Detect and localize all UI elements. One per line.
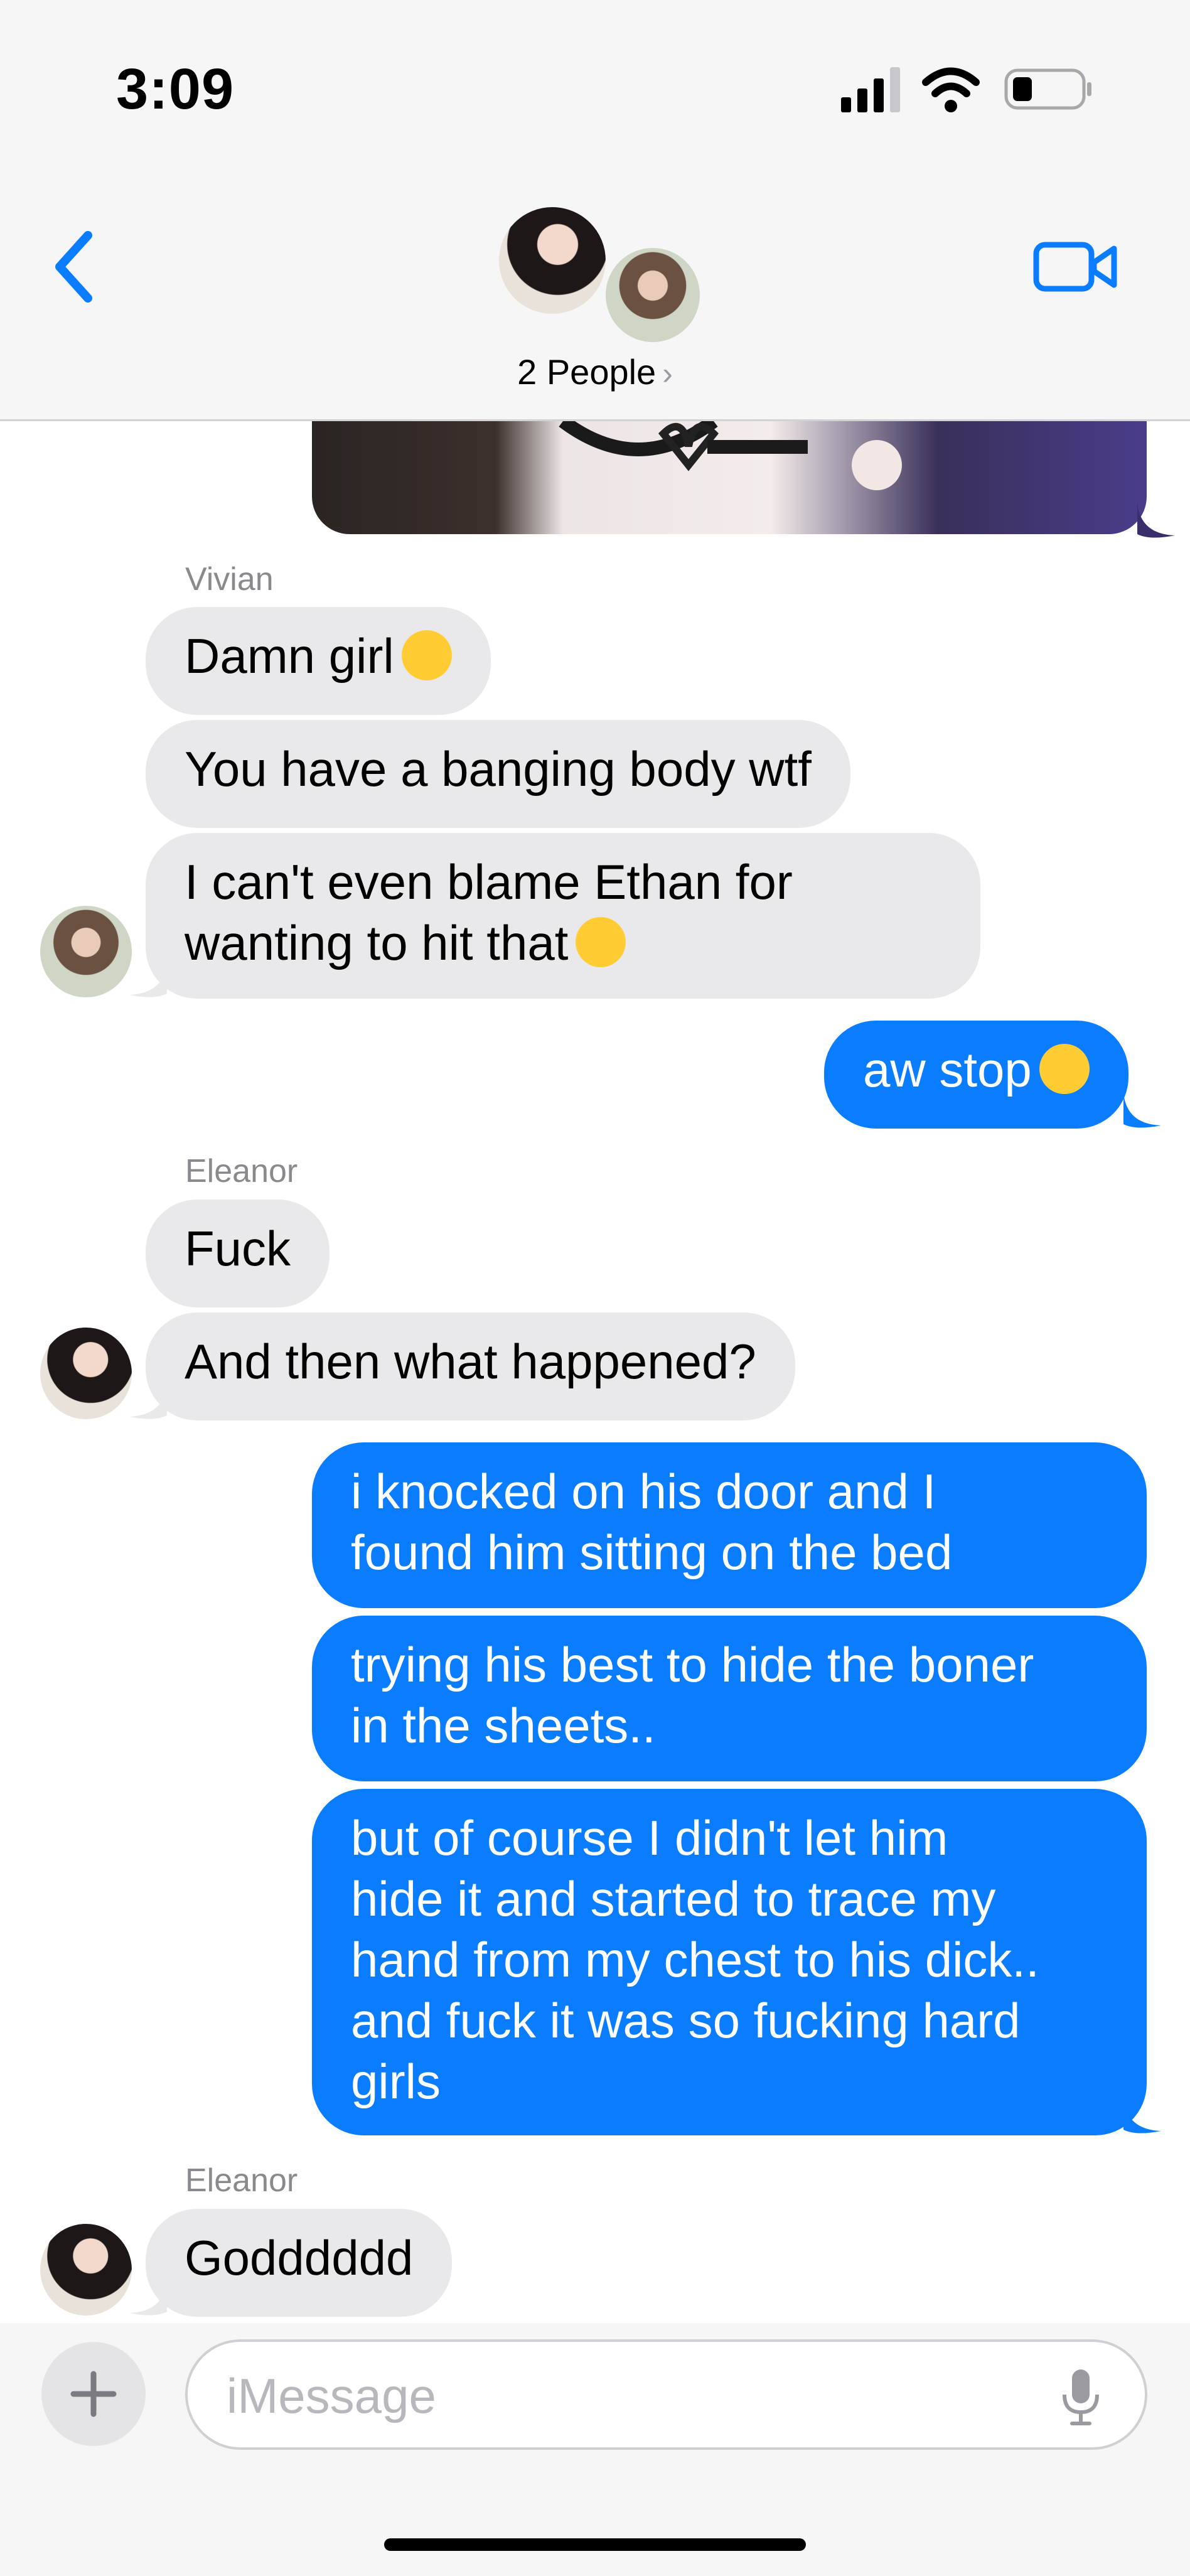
battery-icon bbox=[1004, 68, 1091, 110]
bubble-tail bbox=[1123, 2098, 1161, 2133]
group-avatars[interactable] bbox=[496, 204, 703, 345]
photo-attachment[interactable] bbox=[312, 421, 1147, 534]
group-title-label: 2 People bbox=[517, 352, 657, 392]
incoming-message[interactable]: Damn girl bbox=[146, 607, 491, 715]
bubble-tail bbox=[129, 962, 167, 997]
avatar-vivian bbox=[603, 245, 703, 345]
cellular-signal-icon bbox=[841, 67, 900, 112]
sender-name-eleanor: Eleanor bbox=[185, 2162, 298, 2199]
status-icons bbox=[841, 67, 1091, 112]
plus-icon bbox=[70, 2371, 117, 2417]
sender-name-eleanor: Eleanor bbox=[185, 1153, 298, 1189]
bubble-tail bbox=[1123, 1093, 1161, 1128]
incoming-message[interactable]: You have a banging body wtf bbox=[146, 720, 850, 828]
outgoing-message[interactable]: aw stop bbox=[824, 1021, 1128, 1129]
facetime-video-button[interactable] bbox=[1032, 232, 1120, 301]
wifi-icon bbox=[922, 67, 980, 112]
message-input[interactable] bbox=[225, 2361, 1044, 2431]
sender-name-vivian: Vivian bbox=[185, 561, 274, 598]
bubble-tail bbox=[129, 2280, 167, 2316]
outgoing-message[interactable]: i knocked on his door and I found him si… bbox=[312, 1442, 1147, 1608]
video-camera-icon bbox=[1033, 242, 1117, 292]
chevron-left-icon bbox=[55, 231, 92, 303]
weary-face-emoji bbox=[1039, 1044, 1090, 1094]
back-button[interactable] bbox=[44, 226, 113, 308]
apps-plus-button[interactable] bbox=[41, 2342, 146, 2446]
conversation-header: 2 People › bbox=[0, 163, 1190, 421]
group-title[interactable]: 2 People › bbox=[0, 352, 1190, 392]
photo-content bbox=[559, 421, 902, 490]
status-bar: 3:09 bbox=[0, 0, 1190, 163]
incoming-message[interactable]: And then what happened? bbox=[146, 1312, 795, 1420]
bubble-tail bbox=[129, 1384, 167, 1419]
outgoing-message[interactable]: but of course I didn't let him hide it a… bbox=[312, 1789, 1147, 2135]
incoming-message[interactable]: I can't even blame Ethan for wanting to … bbox=[146, 833, 980, 999]
imessage-field[interactable] bbox=[185, 2339, 1147, 2450]
compose-bar bbox=[0, 2323, 1190, 2576]
incoming-message[interactable]: Godddddd bbox=[146, 2209, 453, 2317]
chevron-right-icon: › bbox=[662, 356, 673, 391]
woozy-face-emoji bbox=[576, 917, 626, 967]
avatar-eleanor bbox=[496, 204, 609, 317]
avatar-vivian[interactable] bbox=[40, 906, 132, 997]
outgoing-message[interactable]: trying his best to hide the boner in the… bbox=[312, 1616, 1147, 1781]
face-exhaling-emoji bbox=[401, 630, 452, 680]
avatar-eleanor[interactable] bbox=[40, 1328, 132, 1419]
incoming-message[interactable]: Fuck bbox=[146, 1199, 330, 1307]
home-indicator[interactable] bbox=[384, 2538, 806, 2551]
bubble-tail bbox=[1137, 503, 1175, 538]
avatar-eleanor[interactable] bbox=[40, 2224, 132, 2316]
message-thread[interactable]: Vivian Damn girl You have a banging body… bbox=[0, 421, 1190, 2323]
status-time: 3:09 bbox=[116, 57, 235, 121]
microphone-icon[interactable] bbox=[1061, 2367, 1101, 2427]
